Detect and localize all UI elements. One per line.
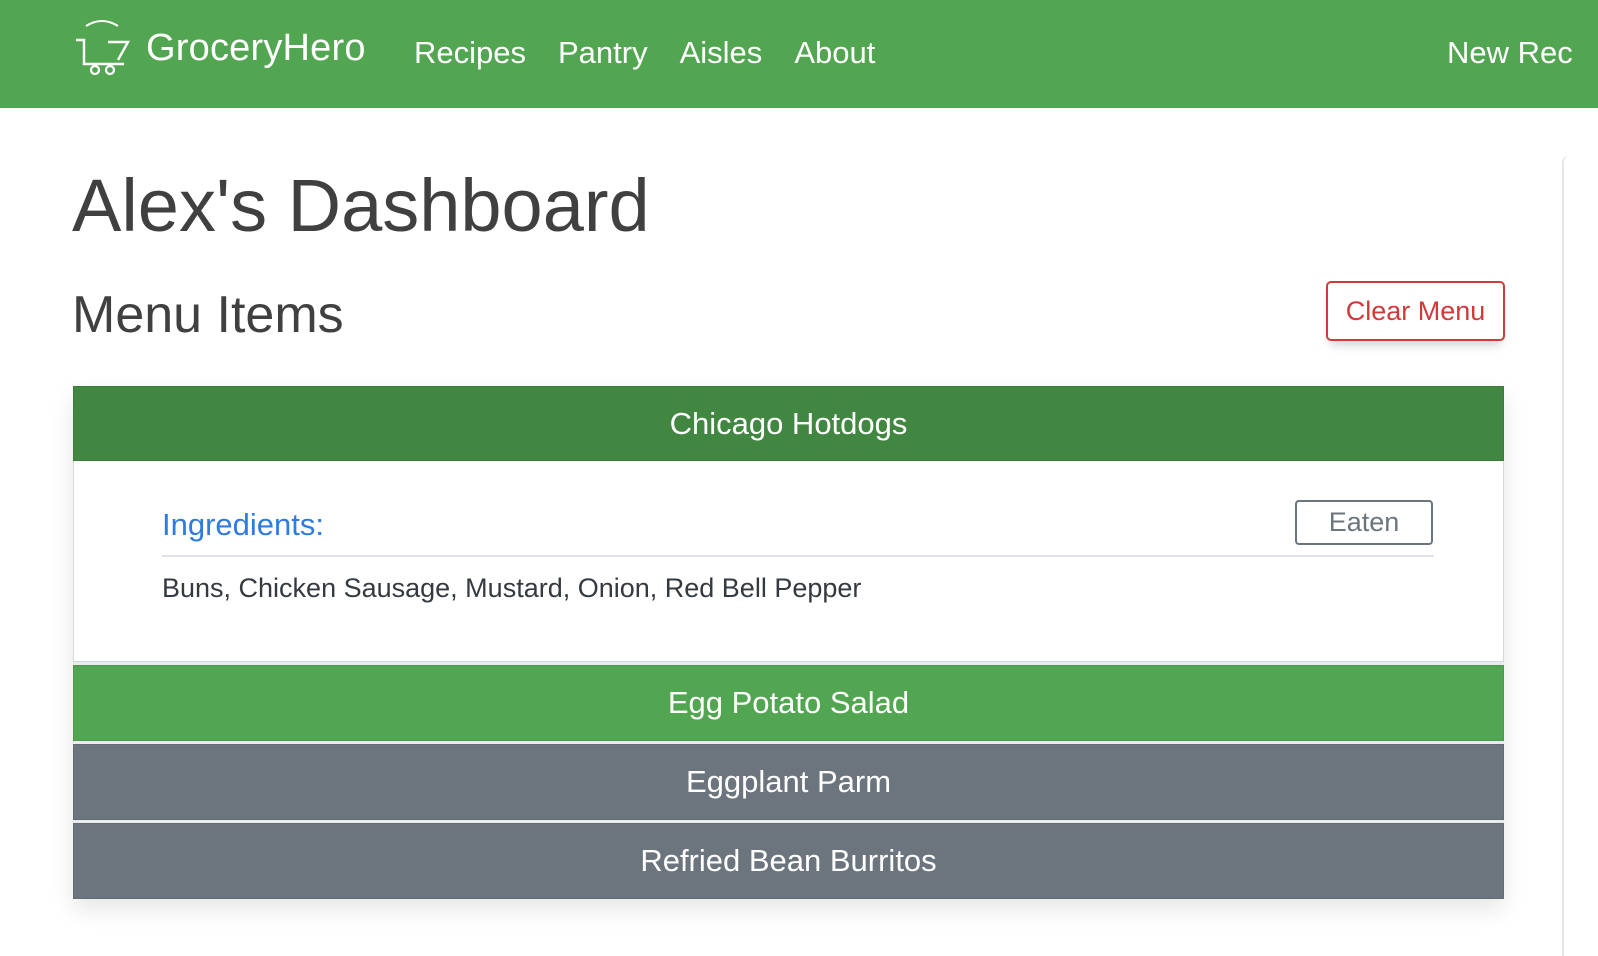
- nav-link-new-recipe[interactable]: New Rec: [1447, 30, 1573, 76]
- brand-name: GroceryHero: [146, 26, 366, 69]
- brand[interactable]: GroceryHero: [72, 18, 366, 78]
- clear-menu-button[interactable]: Clear Menu: [1326, 281, 1505, 341]
- ingredients-label: Ingredients:: [162, 507, 324, 542]
- nav-links: Recipes Pantry Aisles About: [414, 30, 907, 76]
- menu-accordion: Chicago Hotdogs Ingredients: Eaten Buns,…: [73, 386, 1504, 899]
- side-panel-edge: [1562, 155, 1598, 956]
- menu-item-header[interactable]: Chicago Hotdogs: [73, 386, 1504, 461]
- menu-item-header[interactable]: Eggplant Parm: [73, 744, 1504, 820]
- nav-link-about[interactable]: About: [794, 30, 875, 76]
- eaten-button[interactable]: Eaten: [1295, 500, 1433, 545]
- menu-item-header[interactable]: Refried Bean Burritos: [73, 823, 1504, 899]
- menu-item-header[interactable]: Egg Potato Salad: [73, 665, 1504, 741]
- page-title: Alex's Dashboard: [72, 164, 650, 247]
- divider: [162, 555, 1434, 557]
- nav-link-aisles[interactable]: Aisles: [680, 30, 763, 76]
- nav-link-recipes[interactable]: Recipes: [414, 30, 526, 76]
- ingredients-list: Buns, Chicken Sausage, Mustard, Onion, R…: [162, 573, 862, 603]
- shopping-cart-icon: [76, 20, 131, 76]
- nav-link-pantry[interactable]: Pantry: [558, 30, 648, 76]
- section-title: Menu Items: [72, 286, 344, 344]
- top-navbar: GroceryHero Recipes Pantry Aisles About …: [0, 0, 1598, 108]
- menu-item-body: Ingredients: Eaten Buns, Chicken Sausage…: [73, 461, 1504, 662]
